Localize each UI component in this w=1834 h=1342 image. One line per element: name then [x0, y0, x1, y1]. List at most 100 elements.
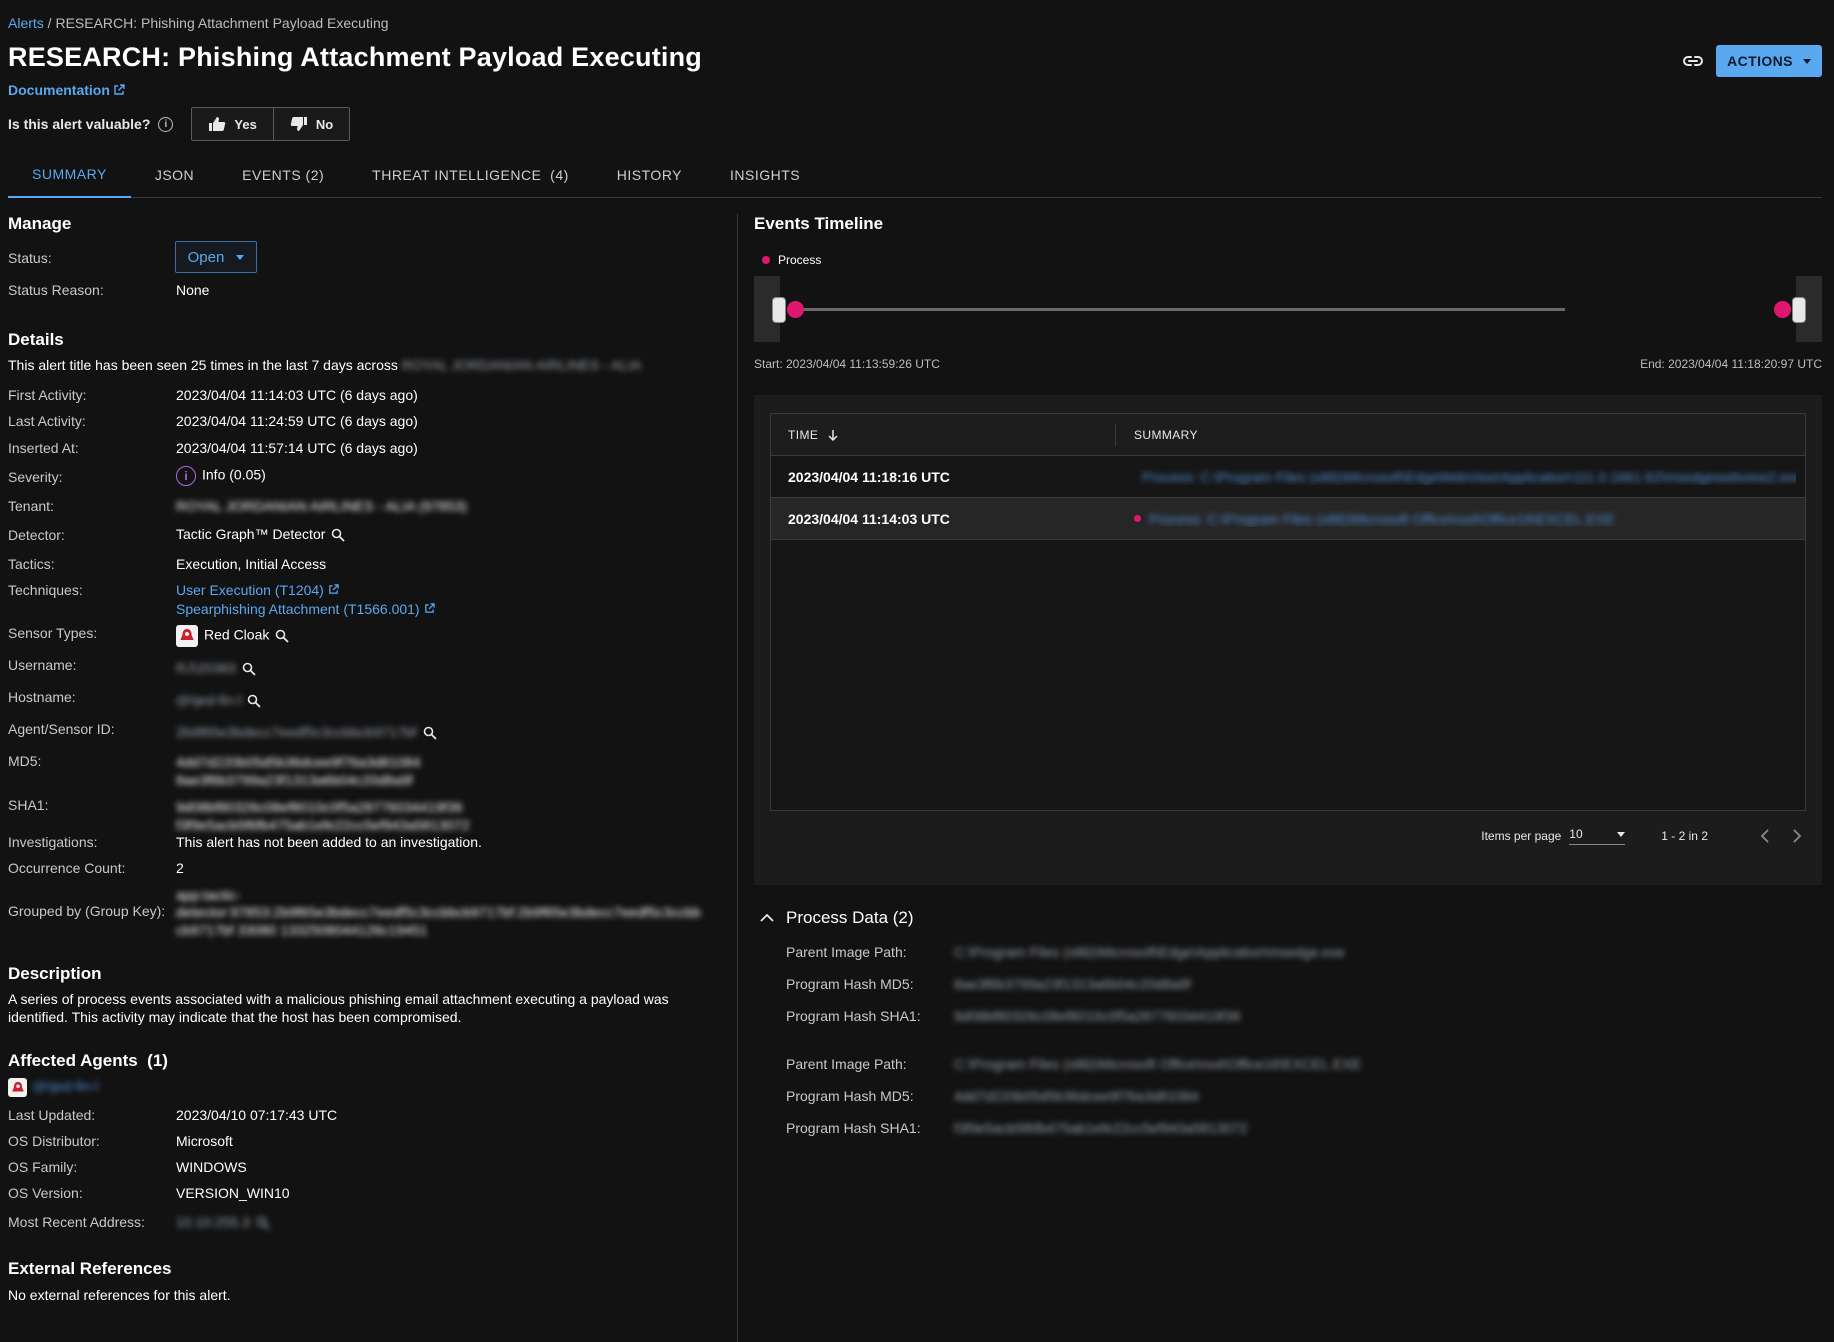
- external-link-icon: [424, 603, 435, 613]
- group-key-value-2: detector:97853:2b9f65e3bdecc7eedf5c3ccbb…: [176, 904, 701, 920]
- thumbs-down-icon: [290, 117, 307, 131]
- slider-track: [794, 308, 1565, 311]
- event-marker-end[interactable]: [1774, 301, 1791, 318]
- event-marker-start[interactable]: [787, 301, 804, 318]
- pd2-md5-label: Program Hash MD5:: [786, 1088, 914, 1104]
- row-summary[interactable]: Process: C:\Program Files (x86)\Microsof…: [1116, 511, 1796, 527]
- sha1-value-2: f3f9e5acb5f6fb475ab1efe22cc5ef943a581307…: [176, 817, 470, 833]
- search-icon[interactable]: [331, 528, 346, 542]
- slider-start-handle[interactable]: [772, 297, 786, 323]
- pd2-md5-value: 4dd7d220b05d5b36dcee9f76a3d81084: [954, 1088, 1199, 1104]
- column-summary-header[interactable]: SUMMARY: [1116, 428, 1198, 442]
- group-key-label: Grouped by (Group Key):: [8, 903, 166, 919]
- tab-threat-intelligence[interactable]: THREAT INTELLIGENCE (4): [348, 152, 593, 198]
- column-time-label: TIME: [788, 427, 819, 442]
- detector-text: Tactic Graph™ Detector: [176, 526, 326, 542]
- pagination: Items per page 10 1 - 2 in 2: [1481, 827, 1802, 845]
- tactics-value: Execution, Initial Access: [176, 556, 327, 572]
- search-icon[interactable]: [256, 1216, 270, 1230]
- technique-1-text: User Execution (T1204): [176, 582, 324, 598]
- technique-2-text: Spearphishing Attachment (T1566.001): [176, 601, 420, 617]
- events-timeline-heading: Events Timeline: [754, 214, 884, 233]
- severity-text: Info (0.05): [202, 466, 266, 483]
- copy-link-icon[interactable]: [1682, 51, 1704, 71]
- info-icon[interactable]: i: [158, 116, 174, 132]
- description-text: A series of process events associated wi…: [8, 991, 669, 1025]
- severity-value: i Info (0.05): [176, 466, 266, 486]
- vote-yes-button[interactable]: Yes: [192, 108, 273, 140]
- sensor-types-value: Red Cloak: [176, 625, 290, 647]
- techniques-label: Techniques:: [8, 582, 83, 598]
- tab-insights[interactable]: INSIGHTS: [706, 152, 824, 198]
- search-icon[interactable]: [275, 629, 290, 643]
- first-activity-label: First Activity:: [8, 387, 87, 403]
- chevron-right-icon[interactable]: [1792, 829, 1802, 843]
- technique-spearphishing-link[interactable]: Spearphishing Attachment (T1566.001): [176, 601, 435, 617]
- chevron-down-icon: [1617, 831, 1626, 837]
- status-label: Status:: [8, 250, 52, 266]
- vote-no-label: No: [315, 116, 334, 132]
- hostname-value: rjh\jed-fin-l: [176, 692, 261, 708]
- chevron-down-icon: [236, 254, 245, 260]
- timeline-legend: Process: [762, 253, 821, 267]
- items-per-page-value: 10: [1569, 827, 1583, 841]
- breadcrumb-alerts-link[interactable]: Alerts: [8, 15, 44, 31]
- seen-tenant: ROYAL JORDANIAN AIRLINES - ALIA: [401, 357, 642, 373]
- tab-events[interactable]: EVENTS (2): [218, 152, 348, 198]
- pd1-parent-label: Parent Image Path:: [786, 944, 907, 960]
- row-summary[interactable]: Process: C:\Program Files (x86)\Microsof…: [1116, 469, 1796, 485]
- slider-end-handle[interactable]: [1792, 297, 1806, 323]
- page-title: RESEARCH: Phishing Attachment Payload Ex…: [8, 42, 702, 72]
- pd1-md5-label: Program Hash MD5:: [786, 976, 914, 992]
- tab-summary[interactable]: SUMMARY: [8, 152, 131, 198]
- actions-button[interactable]: ACTIONS: [1716, 45, 1822, 77]
- chevron-left-icon[interactable]: [1760, 829, 1770, 843]
- external-link-icon: [114, 84, 125, 95]
- table-header: TIME SUMMARY: [771, 414, 1805, 456]
- os-family-value: WINDOWS: [176, 1159, 247, 1175]
- search-icon[interactable]: [423, 726, 437, 740]
- search-icon[interactable]: [242, 662, 256, 676]
- external-references-text: No external references for this alert.: [8, 1287, 231, 1303]
- last-updated-label: Last Updated:: [8, 1107, 96, 1123]
- process-data-toggle[interactable]: Process Data (2): [760, 908, 914, 928]
- tab-json[interactable]: JSON: [131, 152, 218, 198]
- technique-user-execution-link[interactable]: User Execution (T1204): [176, 582, 339, 598]
- detector-value: Tactic Graph™ Detector: [176, 526, 346, 542]
- os-distributor-label: OS Distributor:: [8, 1133, 100, 1149]
- os-version-label: OS Version:: [8, 1185, 83, 1201]
- vote-no-button[interactable]: No: [272, 108, 350, 140]
- manage-heading: Manage: [8, 214, 72, 233]
- recent-address-label: Most Recent Address:: [8, 1214, 145, 1230]
- column-time-header[interactable]: TIME: [771, 423, 1116, 446]
- sha1-value-1: 9d08bf80326c08ef8010c0f5a28776034419f36: [176, 799, 463, 815]
- table-row[interactable]: 2023/04/04 11:14:03 UTC Process: C:\Prog…: [771, 498, 1805, 540]
- affected-agent-link[interactable]: rjh\jed-fin-l: [8, 1078, 98, 1097]
- external-references-heading: External References: [8, 1259, 172, 1278]
- timeline-slider[interactable]: [754, 276, 1822, 342]
- actions-label: ACTIONS: [1727, 53, 1793, 69]
- table-row[interactable]: 2023/04/04 11:18:16 UTC Process: C:\Prog…: [771, 456, 1805, 498]
- status-select[interactable]: Open: [175, 241, 257, 273]
- investigations-value: This alert has not been added to an inve…: [176, 834, 482, 850]
- details-heading: Details: [8, 330, 64, 349]
- tab-history[interactable]: HISTORY: [593, 152, 706, 198]
- pd2-sha1-label: Program Hash SHA1:: [786, 1120, 921, 1136]
- last-activity-value: 2023/04/04 11:24:59 UTC (6 days ago): [176, 413, 418, 429]
- os-family-label: OS Family:: [8, 1159, 78, 1175]
- hostname-text: rjh\jed-fin-l: [176, 692, 242, 708]
- recent-address-value: 10.10.255.3: [176, 1214, 270, 1230]
- chevron-down-icon: [1802, 58, 1811, 64]
- agent-id-label: Agent/Sensor ID:: [8, 721, 115, 737]
- external-link-icon: [328, 584, 339, 594]
- pd1-sha1-label: Program Hash SHA1:: [786, 1008, 921, 1024]
- documentation-link[interactable]: Documentation: [8, 82, 125, 98]
- chevron-up-icon: [760, 913, 774, 922]
- items-per-page-label: Items per page: [1481, 829, 1562, 843]
- items-per-page-select[interactable]: 10: [1569, 827, 1626, 845]
- column-divider: [737, 214, 738, 1342]
- investigations-label: Investigations:: [8, 834, 98, 850]
- pd2-parent-label: Parent Image Path:: [786, 1056, 907, 1072]
- process-legend-dot: [762, 256, 770, 264]
- search-icon[interactable]: [247, 694, 261, 708]
